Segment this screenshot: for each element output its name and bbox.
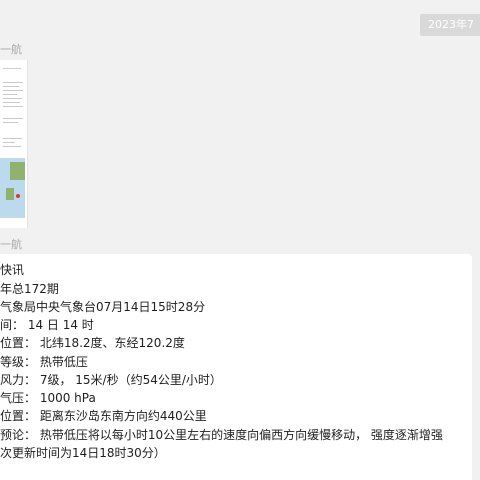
image-message[interactable] — [0, 60, 28, 228]
image-text-line — [3, 86, 19, 87]
bulletin-line: 等级： 热带低压 — [0, 355, 88, 369]
image-text-line — [3, 98, 22, 99]
map-land — [6, 188, 14, 200]
image-text-line — [3, 94, 17, 95]
bulletin-line: 气象局中央气象台07月14日15时28分 — [0, 300, 206, 314]
image-text-line — [3, 138, 22, 139]
sender-name: 一航 — [0, 43, 22, 56]
bulletin-line: 位置： 北纬18.2度、东经120.2度 — [0, 336, 185, 350]
image-text-line — [3, 142, 15, 143]
text-message-bubble[interactable]: 快讯 年总172期 气象局中央气象台07月14日15时28分 间： 14 日 1… — [0, 254, 472, 480]
image-text-line — [3, 102, 20, 103]
image-text-line — [3, 82, 23, 83]
bulletin-line: 次更新时间为14日18时30分） — [0, 446, 166, 460]
bulletin-line: 快讯 — [0, 263, 25, 277]
bulletin-line: 气压： 1000 hPa — [0, 391, 96, 405]
image-text-line — [3, 106, 23, 107]
typhoon-position-marker — [16, 194, 20, 198]
image-text-line — [3, 146, 21, 147]
image-text-line — [3, 68, 21, 69]
bulletin-line: 预论： 热带低压将以每小时10公里左右的速度向偏西方向缓慢移动， 强度逐渐增强 — [0, 428, 443, 442]
bulletin-line: 间： 14 日 14 时 — [0, 318, 94, 332]
image-text-line — [3, 90, 23, 91]
bulletin-line: 风力： 7级， 15米/秒（约54公里/小时） — [0, 373, 222, 387]
image-text-line — [3, 118, 23, 119]
message-timestamp: 2023年7 — [420, 14, 480, 36]
map-land — [10, 162, 25, 180]
bulletin-line: 位置： 距离东沙岛东南方向约440公里 — [0, 409, 207, 423]
typhoon-track-map — [0, 158, 25, 218]
chat-window: 2023年7 一航 一航 快讯 年总172期 气象局中央气象台07月14日15时… — [0, 0, 480, 480]
sender-name: 一航 — [0, 238, 22, 251]
image-text-line — [3, 122, 18, 123]
bulletin-line: 年总172期 — [0, 282, 59, 296]
